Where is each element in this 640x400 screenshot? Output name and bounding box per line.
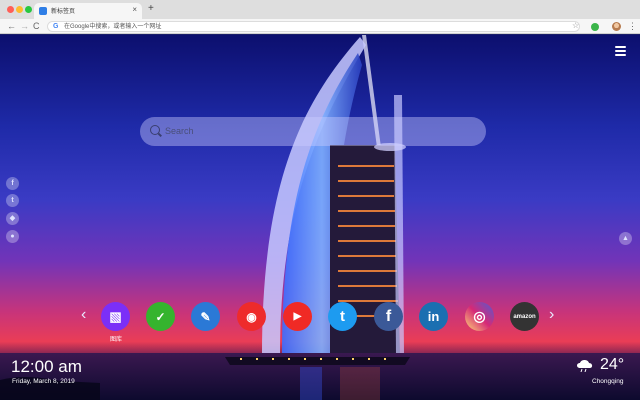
app-gallery[interactable]: ▧: [101, 302, 130, 331]
hamburger-menu-icon[interactable]: [615, 46, 626, 56]
profile-avatar[interactable]: [612, 22, 621, 31]
app-tasks[interactable]: ✓: [146, 302, 175, 331]
maximize-window-button[interactable]: [25, 6, 32, 13]
search-icon: [150, 125, 160, 135]
address-bar[interactable]: G 在Google中搜索，或者输入一个网址: [47, 21, 580, 32]
extension-icon[interactable]: [591, 23, 599, 31]
twitter-icon[interactable]: t: [6, 194, 19, 207]
clock-date: Friday, March 8, 2019: [12, 378, 75, 385]
tab-title: 新标签页: [51, 9, 76, 15]
close-window-button[interactable]: [7, 6, 14, 13]
weather-city: Chongqing: [592, 378, 624, 385]
app-notes[interactable]: ✎: [191, 302, 220, 331]
new-tab-button[interactable]: +: [148, 4, 154, 14]
title-bar: 新标签页 × +: [0, 0, 640, 19]
app-twitter[interactable]: t: [328, 302, 357, 331]
checklist-icon: ✓: [155, 309, 166, 324]
minimize-window-button[interactable]: [16, 6, 23, 13]
facebook-logo-icon: f: [385, 307, 392, 325]
gamepad-icon: ◉: [246, 309, 257, 324]
app-youtube[interactable]: ▶: [283, 302, 312, 331]
bell-icon[interactable]: ▲: [619, 232, 632, 245]
twitter-bird-icon: t: [340, 308, 345, 325]
gallery-icon: ▧: [109, 308, 122, 324]
search-input[interactable]: [165, 123, 465, 139]
linkedin-icon: in: [427, 309, 440, 324]
forward-button[interactable]: →: [20, 20, 29, 32]
app-facebook[interactable]: f: [374, 302, 403, 331]
app-linkedin[interactable]: in: [419, 302, 448, 331]
speed-dial-next-button[interactable]: ›: [549, 307, 554, 323]
instagram-icon: ◎: [473, 308, 486, 324]
app-gallery-label: 图库: [109, 337, 122, 343]
google-icon: G: [53, 23, 59, 30]
back-button[interactable]: ←: [7, 20, 16, 32]
snapchat-icon[interactable]: ◆: [6, 212, 19, 225]
search-bar[interactable]: [140, 117, 486, 146]
browser-tab[interactable]: 新标签页 ×: [34, 3, 142, 19]
address-bar-placeholder: 在Google中搜索，或者输入一个网址: [64, 24, 162, 30]
notepad-icon: ✎: [200, 309, 211, 324]
app-amazon[interactable]: amazon: [510, 302, 539, 331]
youtube-icon: ▶: [293, 311, 302, 322]
amazon-logo-icon: amazon: [513, 313, 536, 320]
tab-close-icon[interactable]: ×: [132, 5, 137, 15]
cloud-rain-icon: [577, 360, 593, 372]
reload-button[interactable]: C: [33, 20, 40, 32]
clock-time: 12:00 am: [11, 357, 82, 376]
speed-dial-prev-button[interactable]: ‹: [81, 307, 86, 323]
wallpaper: [0, 35, 640, 400]
wechat-icon[interactable]: ●: [6, 230, 19, 243]
bookmark-star-icon[interactable]: ☆: [572, 20, 579, 32]
browser-menu-icon[interactable]: ⋮: [628, 20, 637, 32]
weather-temperature: 24°: [600, 356, 625, 373]
browser-toolbar: ← → C G 在Google中搜索，或者输入一个网址 ☆ ⋮: [0, 19, 640, 34]
app-instagram[interactable]: ◎: [465, 302, 494, 331]
burj-al-arab-illustration: [0, 35, 640, 400]
app-games[interactable]: ◉: [237, 302, 266, 331]
facebook-icon[interactable]: f: [6, 177, 19, 190]
tab-favicon-icon: [39, 7, 47, 15]
